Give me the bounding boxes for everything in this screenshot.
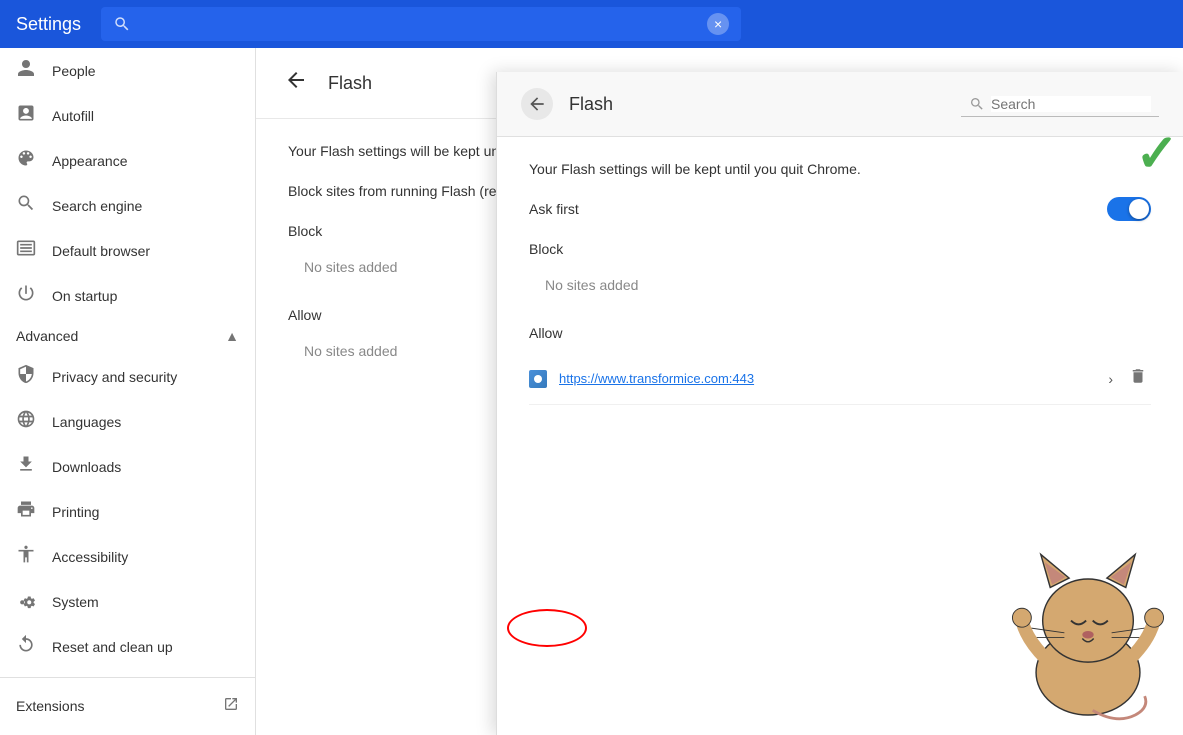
search-engine-icon	[16, 193, 36, 218]
app-title: Settings	[16, 14, 81, 35]
site-entry: https://www.transformice.com:443 ›	[529, 353, 1151, 405]
sidebar-item-reset[interactable]: Reset and clean up	[0, 624, 255, 669]
extensions-label: Extensions	[16, 698, 84, 714]
sidebar-item-search-engine[interactable]: Search engine	[0, 183, 255, 228]
sidebar-item-system[interactable]: System	[0, 579, 255, 624]
advanced-section-header[interactable]: Advanced ▲	[0, 318, 255, 354]
block-section-front-title: Block	[529, 241, 1151, 257]
system-icon	[16, 589, 36, 614]
sidebar-item-on-startup-label: On startup	[52, 288, 117, 304]
sidebar-item-privacy[interactable]: Privacy and security	[0, 354, 255, 399]
top-bar: Settings Flash ×	[0, 0, 1183, 48]
panel-front-title: Flash	[569, 94, 945, 115]
on-startup-icon	[16, 283, 36, 308]
person-icon	[16, 58, 36, 83]
toggle-track-on	[1107, 197, 1151, 221]
search-icon	[113, 15, 131, 33]
reset-icon	[16, 634, 36, 659]
panel-back-back-button[interactable]	[280, 64, 312, 102]
content-area: Flash Your Flash settings will be kept u…	[256, 48, 1183, 735]
sidebar-item-privacy-label: Privacy and security	[52, 369, 177, 385]
panel-front-header: Flash	[497, 72, 1183, 137]
ask-first-setting-row: Ask first	[529, 197, 1151, 221]
accessibility-icon	[16, 544, 36, 569]
sidebar-item-autofill[interactable]: Autofill	[0, 93, 255, 138]
sidebar-item-printing[interactable]: Printing	[0, 489, 255, 534]
panel-front-back-button[interactable]	[521, 88, 553, 120]
sidebar-item-on-startup[interactable]: On startup	[0, 273, 255, 318]
allow-section-front-title: Allow	[529, 325, 1151, 341]
global-search-input[interactable]: Flash	[139, 15, 699, 33]
sidebar-item-downloads[interactable]: Downloads	[0, 444, 255, 489]
sidebar-item-system-label: System	[52, 594, 99, 610]
main-layout: People Autofill Appearance Search engine	[0, 48, 1183, 735]
panel-front-search-input[interactable]	[991, 96, 1151, 112]
sidebar-divider	[0, 677, 255, 678]
sidebar-item-accessibility-label: Accessibility	[52, 549, 128, 565]
panel-front-search	[961, 92, 1159, 117]
annotation-circle-allow	[507, 609, 587, 647]
site-url[interactable]: https://www.transformice.com:443	[559, 371, 1096, 386]
sidebar-item-search-engine-label: Search engine	[52, 198, 142, 214]
privacy-icon	[16, 364, 36, 389]
site-delete-button[interactable]	[1125, 363, 1151, 394]
appearance-icon	[16, 148, 36, 173]
advanced-label: Advanced	[16, 328, 78, 344]
sidebar-item-about[interactable]: About Chrome	[0, 725, 255, 735]
autofill-icon	[16, 103, 36, 128]
clear-search-button[interactable]: ×	[707, 13, 729, 35]
panel-front: Flash Your Flash settings will be kept u…	[496, 72, 1183, 735]
sidebar-item-accessibility[interactable]: Accessibility	[0, 534, 255, 579]
sidebar-item-extensions[interactable]: Extensions	[0, 686, 255, 725]
external-link-icon	[223, 696, 239, 715]
character-cat-front	[1003, 535, 1173, 725]
panel-front-search-icon	[969, 96, 985, 112]
printing-icon	[16, 499, 36, 524]
sidebar-item-downloads-label: Downloads	[52, 459, 121, 475]
ask-first-label: Ask first	[529, 201, 579, 217]
site-favicon	[529, 370, 547, 388]
global-search-bar: Flash ×	[101, 7, 741, 41]
sidebar-item-people[interactable]: People	[0, 48, 255, 93]
panel-front-info: Your Flash settings will be kept until y…	[529, 161, 1151, 177]
sidebar-item-default-browser-label: Default browser	[52, 243, 150, 259]
languages-icon	[16, 409, 36, 434]
chevron-up-icon: ▲	[225, 328, 239, 344]
sidebar-item-languages-label: Languages	[52, 414, 121, 430]
panel-front-body: Your Flash settings will be kept until y…	[497, 137, 1183, 429]
downloads-icon	[16, 454, 36, 479]
sidebar-item-appearance[interactable]: Appearance	[0, 138, 255, 183]
toggle-thumb-on	[1129, 199, 1149, 219]
sidebar-item-default-browser[interactable]: Default browser	[0, 228, 255, 273]
sidebar: People Autofill Appearance Search engine	[0, 48, 256, 735]
site-chevron-icon: ›	[1108, 371, 1113, 387]
sidebar-item-printing-label: Printing	[52, 504, 99, 520]
sidebar-item-reset-label: Reset and clean up	[52, 639, 173, 655]
sidebar-item-languages[interactable]: Languages	[0, 399, 255, 444]
sidebar-item-people-label: People	[52, 63, 96, 79]
default-browser-icon	[16, 238, 36, 263]
block-no-sites-front: No sites added	[529, 269, 1151, 301]
sidebar-item-appearance-label: Appearance	[52, 153, 128, 169]
ask-first-toggle[interactable]	[1107, 197, 1151, 221]
sidebar-item-autofill-label: Autofill	[52, 108, 94, 124]
